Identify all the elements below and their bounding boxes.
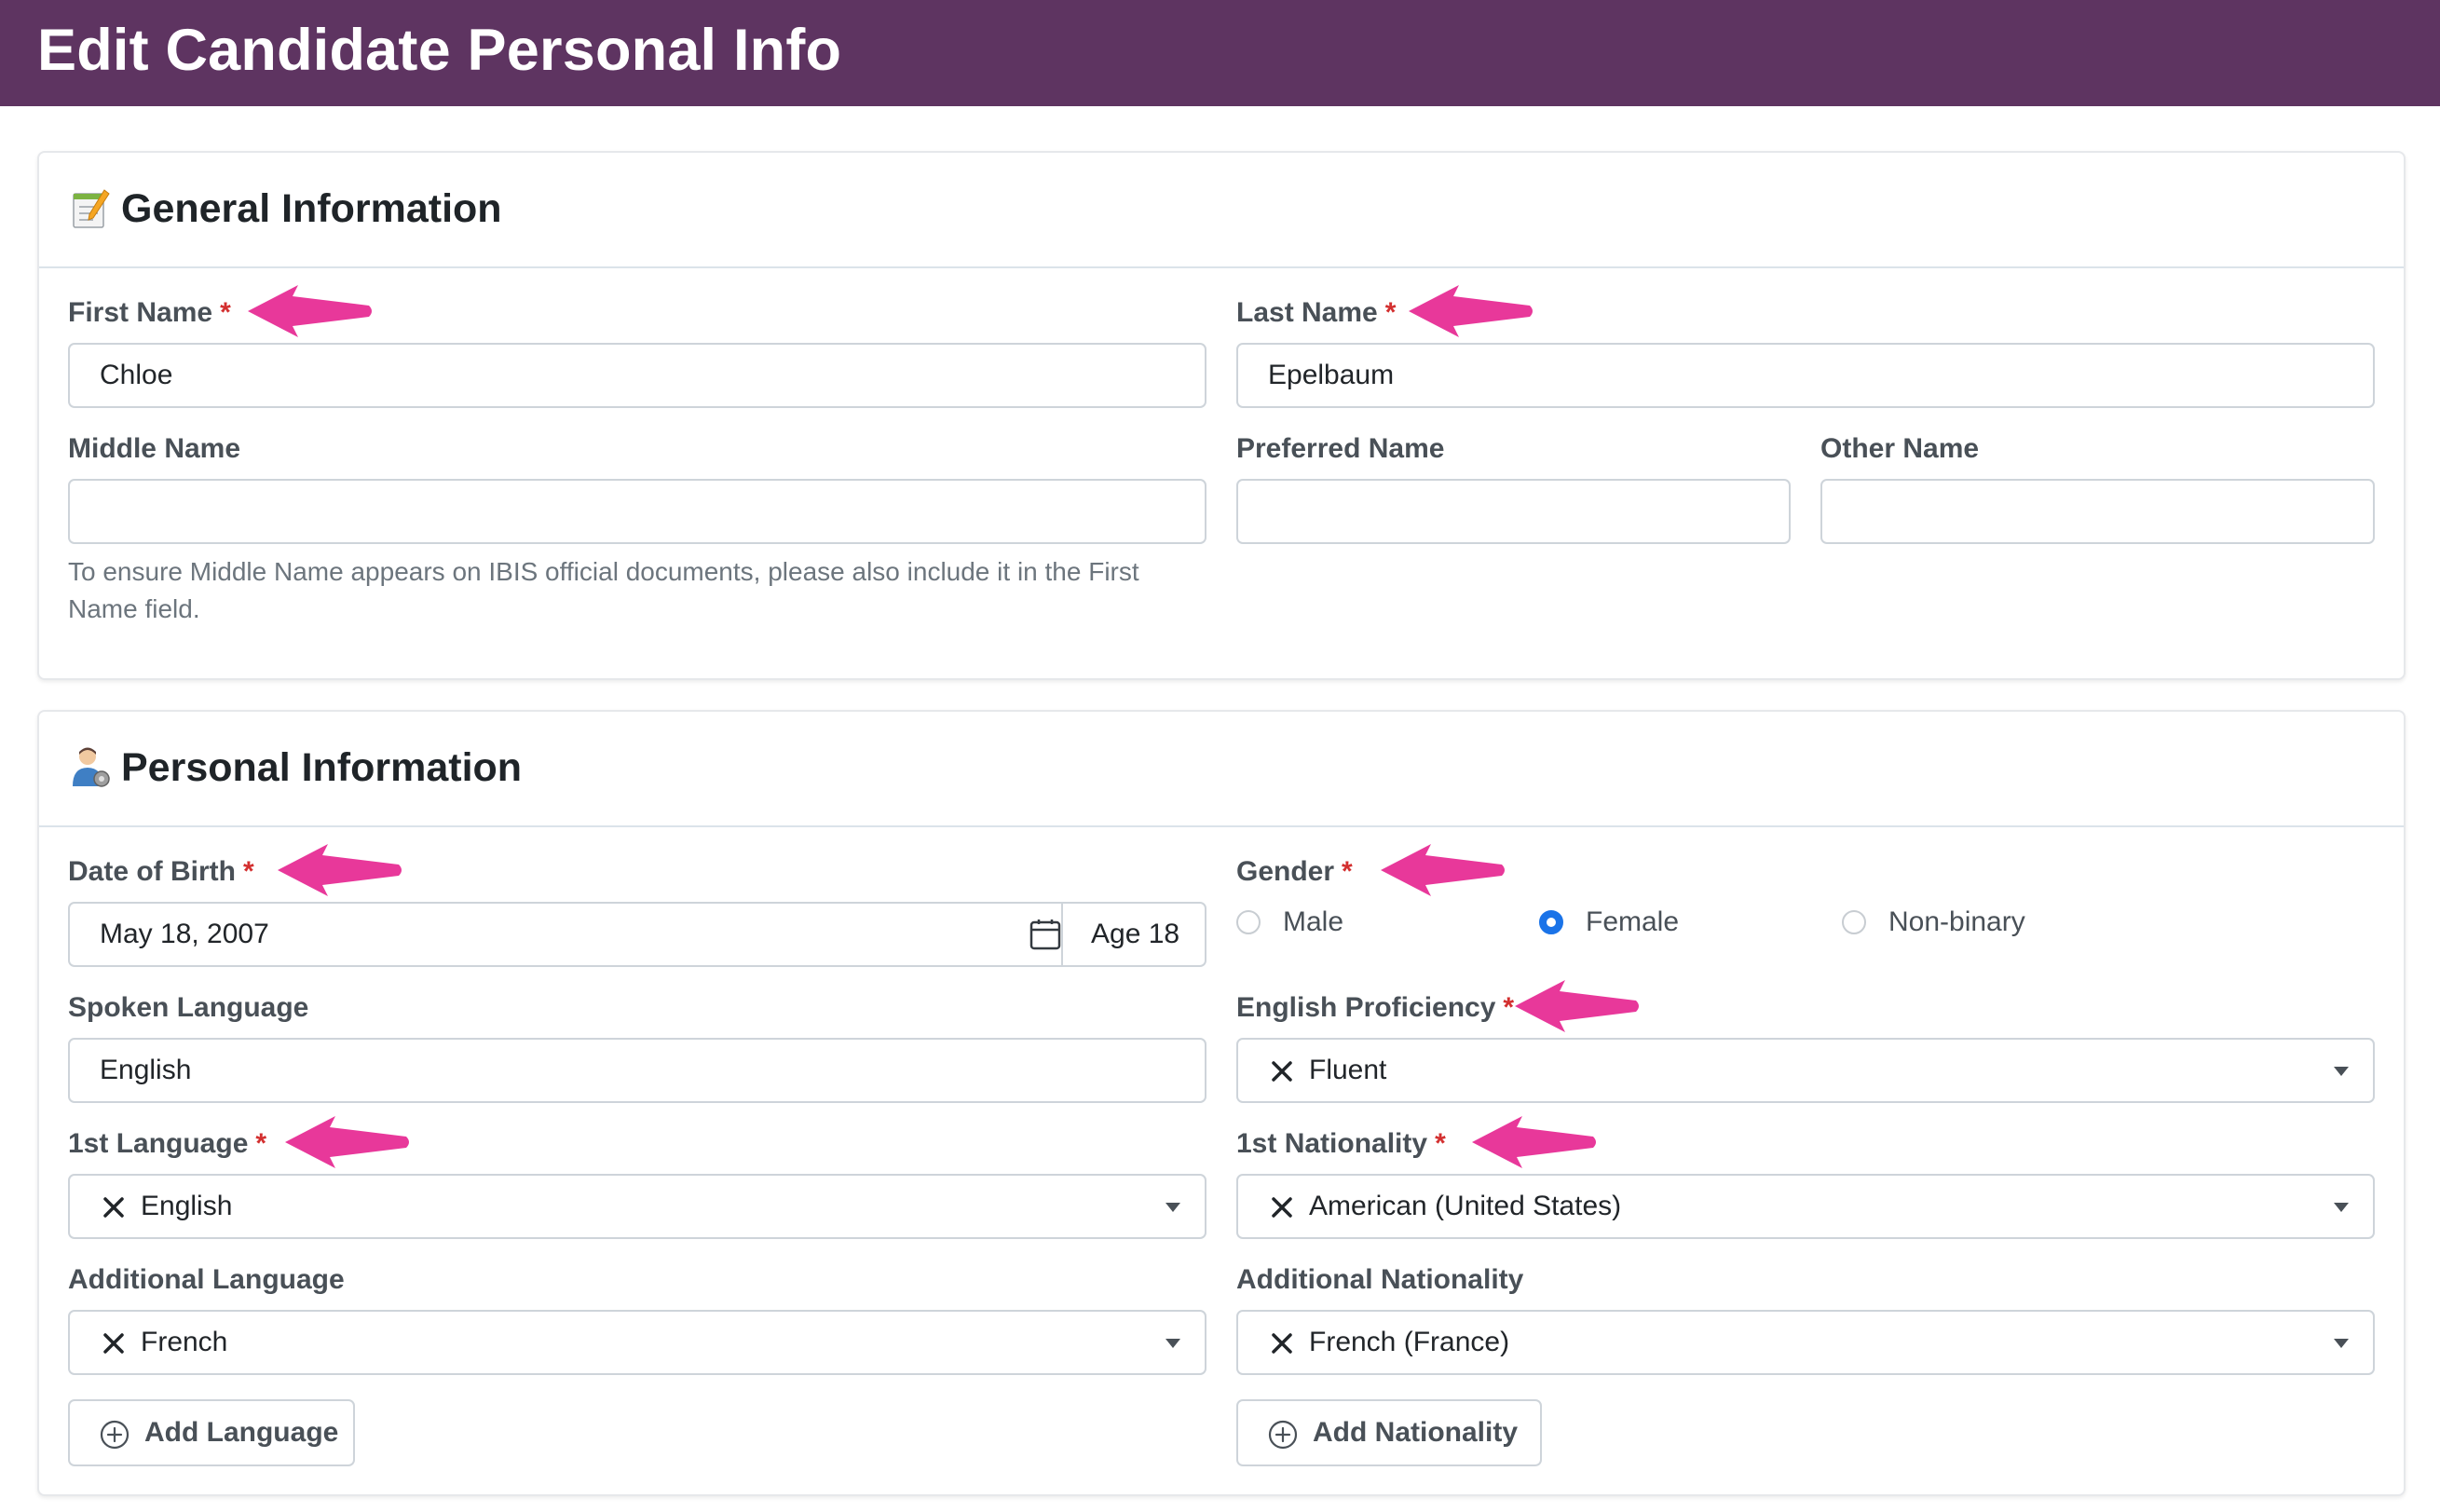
first-nationality-label: 1st Nationality *	[1236, 1128, 1446, 1159]
radio-circle-selected[interactable]	[1539, 910, 1563, 934]
last-name-input[interactable]: Epelbaum	[1236, 343, 2375, 408]
middle-name-help-text: To ensure Middle Name appears on IBIS of…	[68, 557, 1139, 623]
middle-name-label: Middle Name	[68, 433, 241, 464]
general-information-header: General Information	[39, 153, 2404, 268]
first-language-select[interactable]: English	[68, 1174, 1206, 1239]
annotation-arrow-icon	[1468, 1114, 1599, 1170]
date-of-birth-input[interactable]: May 18, 2007 Age 18	[68, 902, 1206, 967]
clear-selection-icon[interactable]	[1268, 1329, 1296, 1357]
other-name-label: Other Name	[1820, 433, 1980, 464]
chevron-down-icon[interactable]	[2334, 1067, 2349, 1076]
annotation-arrow-icon	[1511, 978, 1642, 1034]
first-language-label: 1st Language *	[68, 1128, 267, 1159]
required-marker: *	[1384, 297, 1397, 328]
preferred-name-label: Preferred Name	[1236, 433, 1445, 464]
age-display: Age 18	[1091, 919, 1180, 949]
add-language-button[interactable]: Add Language	[68, 1399, 355, 1466]
gender-option-female[interactable]: Female	[1539, 902, 1679, 943]
required-marker: *	[220, 297, 231, 328]
memo-icon	[73, 189, 110, 228]
additional-nationality-label: Additional Nationality	[1236, 1264, 1524, 1295]
additional-nationality-select[interactable]: French (France)	[1236, 1310, 2375, 1375]
date-of-birth-label: Date of Birth *	[68, 856, 254, 887]
annotation-arrow-icon	[281, 1114, 412, 1170]
gender-option-non-binary[interactable]: Non-binary	[1842, 902, 2025, 943]
general-information-card: General Information First Name * Chloe La…	[37, 151, 2406, 680]
first-nationality-select[interactable]: American (United States)	[1236, 1174, 2375, 1239]
first-name-label: First Name *	[68, 297, 231, 328]
required-marker: *	[1342, 856, 1353, 887]
calendar-icon[interactable]	[1029, 919, 1061, 950]
gender-label: Gender *	[1236, 856, 1353, 887]
chevron-down-icon[interactable]	[2334, 1339, 2349, 1348]
first-name-input[interactable]: Chloe	[68, 343, 1206, 408]
required-marker: *	[255, 1128, 267, 1159]
additional-language-label: Additional Language	[68, 1264, 345, 1295]
personal-information-header: Personal Information	[39, 712, 2404, 827]
plus-circle-icon	[1268, 1420, 1298, 1450]
page-header: Edit Candidate Personal Info	[0, 0, 2440, 106]
clear-selection-icon[interactable]	[1268, 1057, 1296, 1085]
personal-information-title: Personal Information	[121, 745, 523, 790]
person-gear-icon	[73, 747, 110, 787]
additional-language-select[interactable]: French	[68, 1310, 1206, 1375]
gender-radio-group: Male Female Non-binary	[1236, 902, 2375, 943]
chevron-down-icon[interactable]	[2334, 1203, 2349, 1212]
add-nationality-button[interactable]: Add Nationality	[1236, 1399, 1542, 1466]
chevron-down-icon[interactable]	[1165, 1203, 1180, 1212]
chevron-down-icon[interactable]	[1165, 1339, 1180, 1348]
date-age-divider	[1061, 904, 1063, 965]
required-marker: *	[1435, 1128, 1446, 1159]
annotation-arrow-icon	[244, 283, 375, 339]
required-marker: *	[243, 856, 254, 887]
page-title: Edit Candidate Personal Info	[37, 18, 842, 83]
other-name-input[interactable]	[1820, 479, 2375, 544]
english-proficiency-select[interactable]: Fluent	[1236, 1038, 2375, 1103]
annotation-arrow-icon	[1405, 283, 1535, 339]
personal-information-card: Personal Information Date of Birth * May …	[37, 710, 2406, 1496]
annotation-arrow-icon	[1377, 842, 1507, 898]
middle-name-input[interactable]	[68, 479, 1206, 544]
general-information-title: General Information	[121, 186, 502, 231]
plus-circle-icon	[100, 1420, 129, 1450]
clear-selection-icon[interactable]	[1268, 1193, 1296, 1221]
radio-circle[interactable]	[1236, 910, 1261, 934]
english-proficiency-label: English Proficiency *	[1236, 992, 1515, 1023]
spoken-language-label: Spoken Language	[68, 992, 309, 1023]
spoken-language-input[interactable]: English	[68, 1038, 1206, 1103]
radio-circle[interactable]	[1842, 910, 1866, 934]
gender-option-male[interactable]: Male	[1236, 902, 1343, 943]
annotation-arrow-icon	[274, 842, 404, 898]
clear-selection-icon[interactable]	[100, 1329, 128, 1357]
last-name-label: Last Name *	[1236, 297, 1397, 328]
preferred-name-input[interactable]	[1236, 479, 1791, 544]
clear-selection-icon[interactable]	[100, 1193, 128, 1221]
